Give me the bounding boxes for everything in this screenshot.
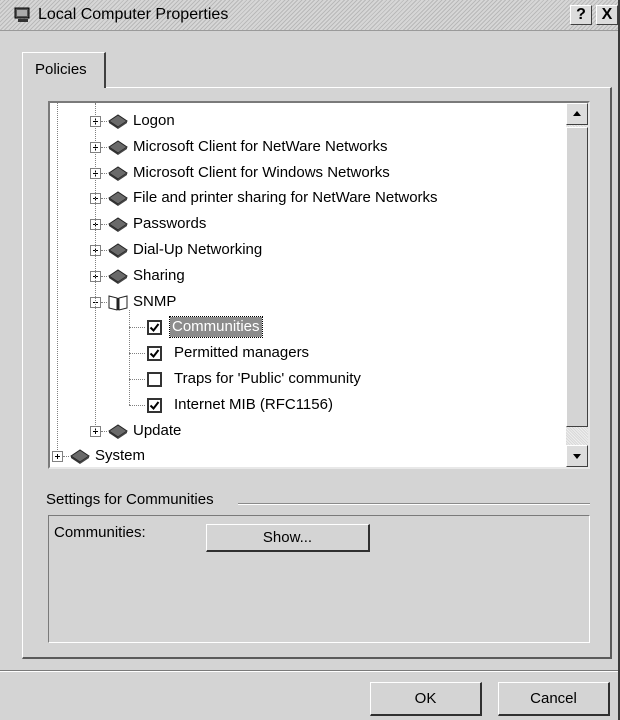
help-button[interactable]: ? <box>570 5 592 25</box>
policy-checkbox-row[interactable]: Communities <box>50 315 560 339</box>
window-title: Local Computer Properties <box>38 6 229 23</box>
title-bar[interactable]: Local Computer Properties ? X <box>0 0 618 31</box>
book-icon <box>69 447 91 465</box>
tree-connector <box>129 327 145 329</box>
tree-connector <box>129 404 145 406</box>
policy-checkbox[interactable] <box>147 397 162 413</box>
policy-checkbox-label: Traps for 'Public' community <box>174 370 361 387</box>
tree-folder-row[interactable]: System <box>50 444 560 467</box>
policy-checkbox[interactable] <box>147 346 162 362</box>
tree-item-label: SNMP <box>133 292 177 310</box>
cancel-button[interactable]: Cancel <box>498 682 610 716</box>
tree-item-label: File and printer sharing for NetWare Net… <box>133 189 438 207</box>
tree-folder-row[interactable]: File and printer sharing for NetWare Net… <box>50 186 560 210</box>
open-book-icon <box>107 293 129 311</box>
book-icon <box>107 215 129 233</box>
arrow-down-icon <box>573 454 581 459</box>
tree-folder-row[interactable]: Sharing <box>50 264 560 288</box>
tree-folder-row[interactable]: Microsoft Client for NetWare Networks <box>50 135 560 159</box>
book-icon <box>107 189 129 207</box>
tab-policies[interactable]: Policies <box>22 52 106 88</box>
tree-connector <box>129 379 145 380</box>
tree-item-label: Logon <box>133 112 175 129</box>
policy-checkbox[interactable] <box>147 320 162 336</box>
close-button[interactable]: X <box>596 5 618 25</box>
policy-checkbox-row[interactable]: Internet MIB (RFC1156) <box>50 393 560 417</box>
tree-vertical-connector <box>129 309 130 405</box>
book-icon <box>107 241 129 259</box>
book-icon <box>107 138 129 156</box>
settings-group-label: Settings for Communities <box>46 491 214 508</box>
tree-item-label: Microsoft Client for NetWare Networks <box>133 137 388 155</box>
tree-folder-row[interactable]: Microsoft Client for Windows Networks <box>50 161 560 185</box>
policy-checkbox-label: Permitted managers <box>174 344 310 362</box>
computer-icon <box>14 7 32 23</box>
tree-item-label: Dial-Up Networking <box>133 241 263 258</box>
book-icon <box>107 112 129 130</box>
vertical-scrollbar[interactable] <box>566 103 588 467</box>
tree-item-label: Sharing <box>133 266 185 284</box>
tree-folder-row[interactable]: SNMP <box>50 290 560 314</box>
policy-checkbox-row[interactable]: Permitted managers <box>50 341 560 365</box>
tree-item-label: System <box>95 447 146 465</box>
show-button[interactable]: Show... <box>206 524 370 552</box>
expand-icon[interactable] <box>52 451 63 463</box>
tree-folder-row[interactable]: Dial-Up Networking <box>50 238 560 262</box>
tree-folder-row[interactable]: Passwords <box>50 212 560 236</box>
policy-checkbox-label: Internet MIB (RFC1156) <box>174 395 333 413</box>
tree-vertical-connector <box>95 103 96 431</box>
tree-folder-row[interactable]: Update <box>50 419 560 443</box>
tree-folder-row[interactable]: Logon <box>50 109 560 133</box>
scroll-up-button[interactable] <box>566 103 588 125</box>
tree-connector <box>129 353 145 355</box>
book-icon <box>107 164 129 182</box>
footer-separator <box>0 670 618 672</box>
policy-checkbox-label: Communities <box>169 316 263 339</box>
tree-item-label: Update <box>133 421 182 439</box>
policy-tree[interactable]: Logon Microsoft Client for NetWare Networ… <box>48 101 590 469</box>
tree-item-label: Microsoft Client for Windows Networks <box>133 163 390 181</box>
tree-item-label: Passwords <box>133 215 207 233</box>
book-icon <box>107 267 129 285</box>
scroll-thumb[interactable] <box>566 127 588 427</box>
scroll-down-button[interactable] <box>566 445 588 467</box>
policy-checkbox-row[interactable]: Traps for 'Public' community <box>50 367 560 391</box>
book-icon <box>107 422 129 440</box>
properties-dialog: Local Computer Properties ? X Policies L… <box>0 0 620 720</box>
tree-vertical-connector <box>57 103 58 453</box>
ok-button[interactable]: OK <box>370 682 482 716</box>
policy-checkbox[interactable] <box>147 372 162 387</box>
communities-field-label: Communities: <box>54 524 146 541</box>
settings-divider <box>238 503 590 505</box>
arrow-up-icon <box>573 111 581 116</box>
